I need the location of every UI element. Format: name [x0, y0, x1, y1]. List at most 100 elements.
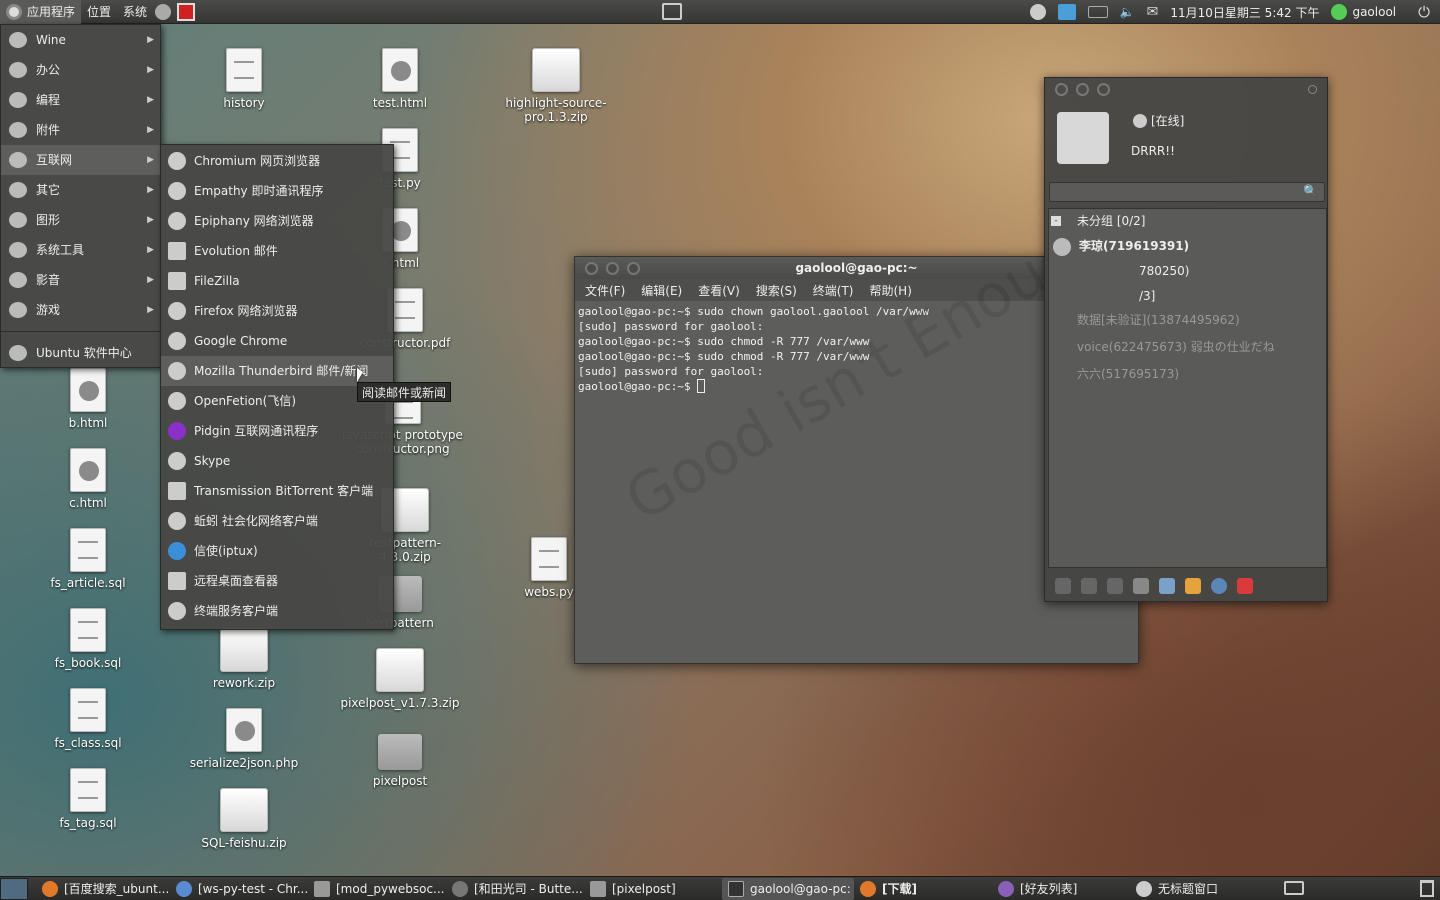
menu-search[interactable]: 搜索(S) [756, 282, 797, 299]
desktop-icon-b-html[interactable]: b.html [33, 368, 143, 430]
status-label[interactable]: [在线] [1151, 112, 1184, 129]
groups-icon[interactable] [1185, 578, 1201, 594]
submenu-item-pidgin[interactable]: Pidgin 互联网通讯程序 [161, 416, 393, 446]
close-icon[interactable] [1055, 83, 1068, 96]
desktop-icon-fs-article[interactable]: fs_article.sql [33, 528, 143, 590]
menu-item-graphics[interactable]: 图形 ▶ [1, 205, 160, 235]
buddy-label: voice(622475673) 弱虫の仕业だね [1077, 340, 1275, 354]
minimize-icon[interactable] [1076, 83, 1089, 96]
menu-item-wine[interactable]: Wine ▶ [1, 25, 160, 55]
list-item[interactable]: 数据[未验证](13874495962) [1049, 308, 1326, 335]
trash-icon[interactable] [1420, 880, 1434, 897]
buddy-search-input[interactable]: 🔍 [1049, 182, 1325, 202]
desktop-icon-c-html[interactable]: c.html [33, 448, 143, 510]
submenu-item-epiphany[interactable]: Epiphany 网络浏览器 [161, 206, 393, 236]
task-baidu[interactable]: [百度搜索_ubunt... [36, 878, 170, 900]
desktop-icon-highlight-zip[interactable]: highlight-source-pro.1.3.zip [486, 48, 626, 124]
submenu-item-iptux[interactable]: 信使(iptux) [161, 536, 393, 566]
menu-edit[interactable]: 编辑(E) [641, 282, 682, 299]
search-icon[interactable] [1211, 578, 1227, 594]
desktop-icon-fs-class[interactable]: fs_class.sql [33, 688, 143, 750]
menu-item-sound-video[interactable]: 影音 ▶ [1, 265, 160, 295]
workspace-switcher-icon[interactable] [662, 3, 682, 20]
desktop-icon-serialize-php[interactable]: serialize2json.php [184, 708, 304, 770]
submenu-item-transmission[interactable]: Transmission BitTorrent 客户端 [161, 476, 393, 506]
desktop-icon-pixelpost[interactable]: pixelpost [345, 728, 455, 788]
submenu-item-social-client[interactable]: 蚯蚓 社会化网络客户端 [161, 506, 393, 536]
maximize-icon[interactable] [627, 262, 640, 275]
menu-item-accessories[interactable]: 附件 ▶ [1, 115, 160, 145]
list-item[interactable]: /3] [1049, 284, 1326, 308]
applications-menu[interactable]: 应用程序 [0, 0, 82, 24]
task-untitled-window[interactable]: 无标题窗口 [1130, 878, 1264, 900]
submenu-item-terminal-server[interactable]: 终端服务客户端 [161, 596, 393, 626]
menu-item-games[interactable]: 游戏 ▶ [1, 295, 160, 325]
menu-item-system-tools[interactable]: 系统工具 ▶ [1, 235, 160, 265]
menu-item-software-center[interactable]: Ubuntu 软件中心 [1, 338, 160, 368]
mail-icon[interactable]: ✉ [1147, 4, 1159, 20]
settings-icon[interactable] [1055, 578, 1071, 594]
submenu-item-remote-desktop[interactable]: 远程桌面查看器 [161, 566, 393, 596]
task-pixelpost[interactable]: [pixelpost] [584, 878, 722, 900]
chat-icon[interactable] [1107, 578, 1123, 594]
desktop-icon-rework-zip[interactable]: rework.zip [189, 628, 299, 690]
network-tray-icon[interactable] [1057, 4, 1076, 20]
pidgin-tray-icon[interactable] [1029, 4, 1046, 20]
submenu-item-firefox[interactable]: Firefox 网络浏览器 [161, 296, 393, 326]
list-item[interactable]: 六六(517695173) [1049, 362, 1326, 389]
add-icon[interactable] [1081, 578, 1097, 594]
user-menu[interactable]: gaolool [1331, 4, 1396, 20]
submenu-item-empathy[interactable]: Empathy 即时通讯程序 [161, 176, 393, 206]
transfer-icon[interactable] [1159, 578, 1175, 594]
power-icon[interactable]: ⏻ [1418, 3, 1430, 21]
task-ws-py-test[interactable]: [ws-py-test - Chr... [170, 878, 308, 900]
list-item[interactable]: 李琼(719619391) [1049, 234, 1326, 259]
submenu-item-skype[interactable]: Skype [161, 446, 393, 476]
home-icon[interactable] [1237, 578, 1253, 594]
terminal-prompt: gaolool@gao-pc:~$ [578, 380, 698, 393]
task-downloads[interactable]: [下载] [854, 878, 992, 900]
menu-item-office[interactable]: 办公 ▶ [1, 55, 160, 85]
close-icon[interactable] [585, 262, 598, 275]
task-buddy-list[interactable]: [好友列表] [992, 878, 1130, 900]
menu-terminal[interactable]: 终端(T) [813, 282, 854, 299]
task-music[interactable]: [和田光司 - Butte... [446, 878, 584, 900]
buddy-label: 780250) [1139, 264, 1190, 278]
volume-icon[interactable]: 🔈 [1120, 5, 1135, 19]
menu-view[interactable]: 查看(V) [698, 282, 740, 299]
window-menu-icon[interactable] [1308, 85, 1317, 94]
submenu-item-chromium[interactable]: Chromium 网页浏览器 [161, 146, 393, 176]
submenu-item-filezilla[interactable]: FileZilla [161, 266, 393, 296]
task-terminal[interactable]: gaolool@gao-pc: ~ [722, 877, 854, 900]
list-item[interactable]: voice(622475673) 弱虫の仕业だね [1049, 335, 1326, 362]
submenu-item-evolution[interactable]: Evolution 邮件 [161, 236, 393, 266]
desktop-icon-fs-tag[interactable]: fs_tag.sql [33, 768, 143, 830]
group-row[interactable]: - 未分组 [0/2] [1049, 209, 1326, 234]
minimize-icon[interactable] [606, 262, 619, 275]
task-mod-pywebsoc[interactable]: [mod_pywebsoc... [308, 878, 446, 900]
icon-label: highlight-source-pro.1.3.zip [505, 96, 607, 124]
desktop-icon-history[interactable]: history [189, 48, 299, 110]
list-item[interactable]: 780250) [1049, 259, 1326, 284]
show-desktop-icon[interactable] [0, 877, 28, 900]
keyboard-tray-icon[interactable] [1087, 6, 1108, 18]
menu-item-other[interactable]: 其它 ▶ [1, 175, 160, 205]
avatar[interactable] [1057, 112, 1109, 164]
desktop-icon-test-html[interactable]: test.html [345, 48, 455, 110]
info-icon[interactable] [1133, 578, 1149, 594]
clock[interactable]: 11月10日星期三 5:42 下午 [1170, 4, 1319, 21]
system-menu[interactable]: 系统 [117, 0, 153, 24]
menu-item-internet[interactable]: 互联网 ▶ [1, 145, 160, 175]
desktop-icon-pixelpost-zip[interactable]: pixelpost_v1.7.3.zip [340, 648, 460, 710]
launcher-red-icon[interactable] [177, 2, 196, 21]
places-menu[interactable]: 位置 [81, 0, 117, 24]
desktop-icon-sql-feishu-zip[interactable]: SQL-feishu.zip [189, 788, 299, 850]
menu-help[interactable]: 帮助(H) [870, 282, 912, 299]
maximize-icon[interactable] [1097, 83, 1110, 96]
submenu-item-google-chrome[interactable]: Google Chrome [161, 326, 393, 356]
menu-item-programming[interactable]: 编程 ▶ [1, 85, 160, 115]
workspace-switcher-icon[interactable] [1284, 881, 1304, 895]
launcher-firefox-icon[interactable] [155, 3, 172, 20]
desktop-icon-fs-book[interactable]: fs_book.sql [33, 608, 143, 670]
menu-file[interactable]: 文件(F) [585, 282, 625, 299]
